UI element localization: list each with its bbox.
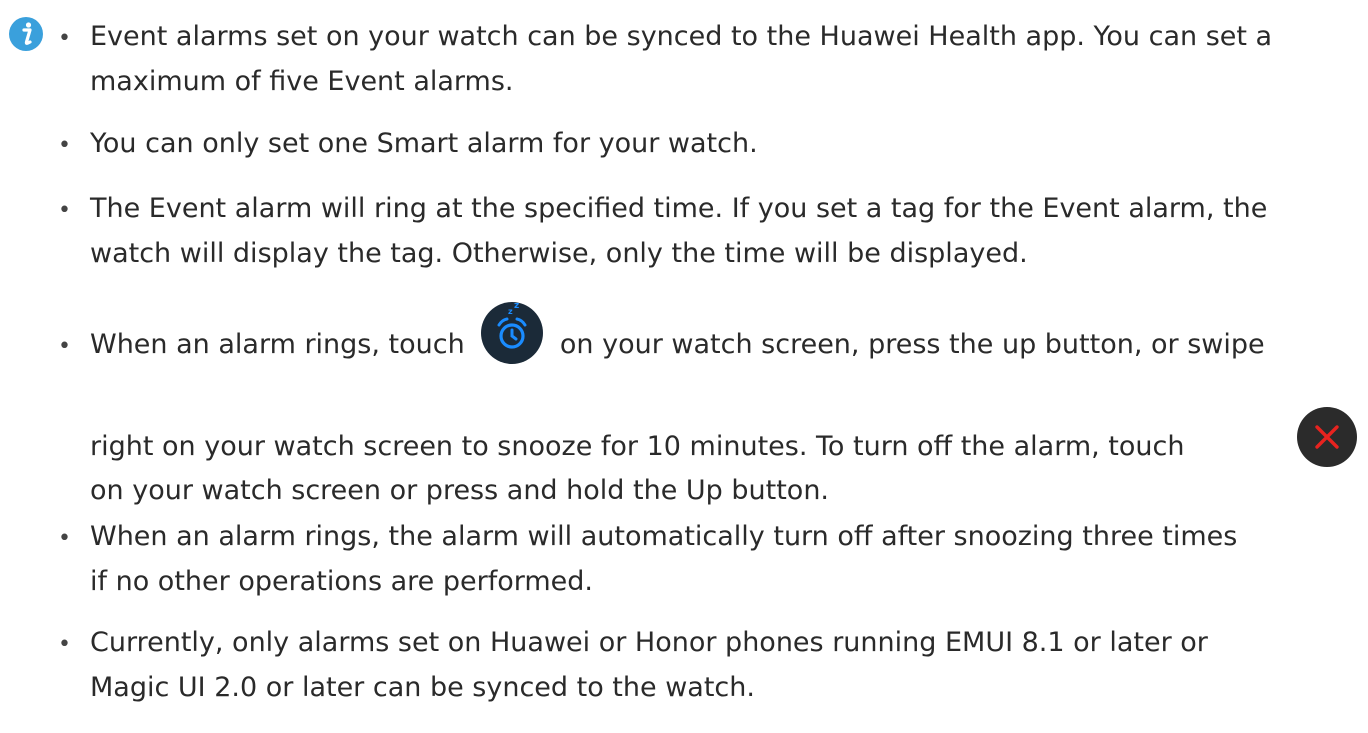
info-icon [9,17,43,51]
bullet: • [58,632,71,657]
note-line: Event alarms set on your watch can be sy… [90,21,1273,52]
note-text: Event alarms set on your watch can be sy… [90,14,1368,104]
note-line: if no other operations are performed. [90,566,593,597]
note-text: When an alarm rings, the alarm will auto… [90,514,1368,604]
note-line: You can only set one Smart alarm for you… [90,128,758,159]
note-line: on your watch screen, press the up butto… [559,329,1265,360]
bullet: • [58,198,71,223]
note-line: The Event alarm will ring at the specifi… [90,193,1268,224]
note-text: You can only set one Smart alarm for you… [90,121,1368,166]
note-line: right on your watch screen to snooze for… [90,431,1185,462]
note-line: on your watch screen or press and hold t… [90,475,830,506]
svg-text:z: z [508,307,513,316]
bullet: • [58,133,71,158]
note-line: watch will display the tag. Otherwise, o… [90,238,1028,269]
note-text: Currently, only alarms set on Huawei or … [90,620,1368,710]
close-icon [1297,407,1357,467]
note-text: The Event alarm will ring at the specifi… [90,186,1368,276]
note-line: When an alarm rings, the alarm will auto… [90,521,1238,552]
note-line: Magic UI 2.0 or later can be synced to t… [90,672,755,703]
snooze-alarm-icon: z z [481,301,544,364]
bullet: • [58,26,71,51]
note-line: maximum of five Event alarms. [90,66,514,97]
note-line: Currently, only alarms set on Huawei or … [90,627,1208,658]
bullet: • [58,334,71,359]
bullet: • [58,526,71,551]
note-line: When an alarm rings, touch [90,329,465,360]
svg-text:z: z [514,301,519,311]
